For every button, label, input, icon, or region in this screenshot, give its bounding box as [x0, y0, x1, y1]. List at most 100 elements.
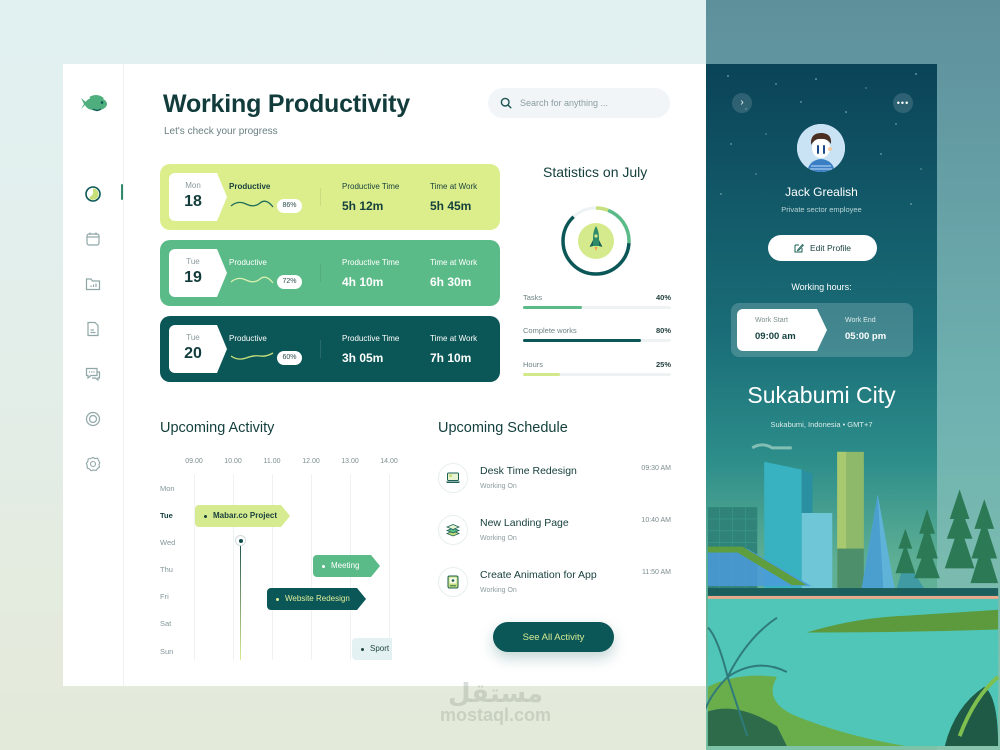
work-end-label: Work End	[845, 317, 876, 324]
schedule-item[interactable]: New Landing Page Working On 10:40 AM	[438, 515, 671, 555]
event-mabar-project[interactable]: Mabar.co Project	[195, 505, 290, 527]
watermark-arabic: مستقل	[447, 678, 544, 708]
productive-percent: 60%	[277, 351, 302, 365]
collapse-panel-button[interactable]: ›	[732, 93, 752, 113]
productive-percent: 86%	[277, 199, 302, 213]
more-dots-icon: •••	[896, 98, 910, 108]
productive-time-label: Productive Time	[342, 334, 400, 343]
sidebar-item-goals[interactable]	[83, 409, 103, 429]
city-name: Sukabumi City	[747, 382, 896, 408]
day-of-week: Mon	[185, 181, 201, 190]
stat-fill	[523, 339, 642, 342]
day-label: Mon	[160, 484, 175, 493]
avatar-illustration	[797, 124, 845, 172]
statistics-ring	[561, 206, 631, 276]
time-at-work-label: Time at Work	[430, 258, 478, 267]
stat-fill	[523, 306, 583, 309]
schedule-item[interactable]: Create Animation for App Working On 11:5…	[438, 567, 671, 607]
stat-row-hours: Hours 25%	[523, 360, 671, 376]
layers-icon	[445, 524, 461, 537]
profile-name: Jack Grealish	[785, 185, 858, 199]
time-label: 13.00	[341, 458, 359, 465]
divider	[320, 340, 321, 358]
sidebar-item-messages[interactable]	[83, 364, 103, 384]
sidebar-item-settings[interactable]	[83, 454, 103, 474]
day-label: Thu	[160, 565, 173, 574]
sidebar-item-reports[interactable]	[83, 274, 103, 294]
day-card-tue-19[interactable]: Tue 19 Productive 72% Productive Time 4h…	[160, 240, 500, 306]
chat-icon	[85, 367, 101, 382]
see-all-activity-button[interactable]: See All Activity	[493, 622, 614, 652]
day-number: 20	[184, 345, 202, 362]
schedule-name: New Landing Page	[480, 517, 569, 529]
productive-percent: 72%	[277, 275, 302, 289]
grid-line	[389, 474, 390, 660]
edit-profile-label: Edit Profile	[809, 243, 852, 253]
event-sport[interactable]: Sport	[352, 638, 392, 660]
time-at-work-value: 5h 45m	[430, 199, 472, 213]
day-label: Sat	[160, 619, 172, 628]
schedule-status: Working On	[480, 483, 517, 490]
schedule-icon-wrap	[438, 463, 468, 493]
app-screen-icon	[447, 575, 459, 589]
active-indicator	[121, 184, 123, 200]
day-of-week: Tue	[186, 333, 200, 342]
divider	[320, 188, 321, 206]
productive-time-label: Productive Time	[342, 182, 400, 191]
day-card-mon[interactable]: Mon 18 Productive 86% Productive Time 5h…	[160, 164, 500, 230]
schedule-name: Desk Time Redesign	[480, 465, 577, 477]
schedule-status: Working On	[480, 587, 517, 594]
more-options-button[interactable]: •••	[893, 93, 913, 113]
productive-time-value: 5h 12m	[342, 199, 384, 213]
productive-time-value: 4h 10m	[342, 275, 384, 289]
city-location: Sukabumi, Indonesia • GMT+7	[770, 420, 873, 429]
folder-chart-icon	[85, 278, 101, 291]
calendar-icon	[86, 232, 100, 246]
working-hours-title: Working hours:	[791, 282, 852, 292]
pie-chart-icon	[85, 186, 101, 202]
schedule-item[interactable]: Desk Time Redesign Working On 09:30 AM	[438, 463, 671, 503]
time-label: 11.00	[263, 458, 281, 465]
date-tag: Tue 19	[169, 249, 227, 297]
day-card-tue-20[interactable]: Tue 20 Productive 60% Productive Time 3h…	[160, 316, 500, 382]
sidebar-item-dashboard[interactable]	[83, 184, 103, 204]
event-website-redesign[interactable]: Website Redesign	[267, 588, 366, 610]
stat-track	[523, 373, 671, 376]
divider	[320, 264, 321, 282]
schedule-icon-wrap	[438, 515, 468, 545]
time-label: 09.00	[185, 458, 203, 465]
working-hours-box: Work Start 09:00 am Work End 05:00 pm	[731, 303, 913, 357]
time-at-work-label: Time at Work	[430, 334, 478, 343]
work-start-label: Work Start	[755, 317, 788, 324]
event-meeting[interactable]: Meeting	[313, 555, 380, 577]
laptop-icon	[446, 472, 460, 483]
edit-profile-button[interactable]: Edit Profile	[768, 235, 877, 261]
time-label: 10.00	[224, 458, 242, 465]
avatar[interactable]	[797, 124, 845, 172]
work-start-value: 09:00 am	[755, 331, 796, 342]
time-label: 14.00	[380, 458, 398, 465]
schedule-time: 10:40 AM	[641, 517, 671, 524]
work-start-tag	[737, 309, 827, 351]
time-at-work-value: 6h 30m	[430, 275, 472, 289]
date-tag: Tue 20	[169, 325, 227, 373]
stat-value: 40%	[655, 293, 671, 302]
stat-label: Tasks	[523, 293, 543, 302]
page-title: Working Productivity	[163, 90, 410, 118]
sidebar-item-calendar[interactable]	[83, 229, 103, 249]
stat-row-tasks: Tasks 40%	[523, 293, 671, 309]
productive-label: Productive	[229, 334, 267, 343]
edit-icon	[794, 243, 804, 253]
gear-icon	[85, 456, 101, 472]
search-bar[interactable]	[488, 88, 670, 118]
statistics-title: Statistics on July	[543, 164, 648, 180]
schedule-name: Create Animation for App	[480, 569, 597, 581]
current-time-marker[interactable]	[235, 535, 246, 546]
sidebar-item-documents[interactable]	[83, 319, 103, 339]
productivity-wave-icon	[230, 352, 274, 360]
fish-logo-icon[interactable]	[75, 92, 111, 116]
profile-role: Private sector employee	[781, 205, 862, 214]
page-subtitle: Let's check your progress	[164, 126, 278, 137]
search-input[interactable]	[520, 98, 650, 108]
stat-value: 25%	[655, 360, 671, 369]
